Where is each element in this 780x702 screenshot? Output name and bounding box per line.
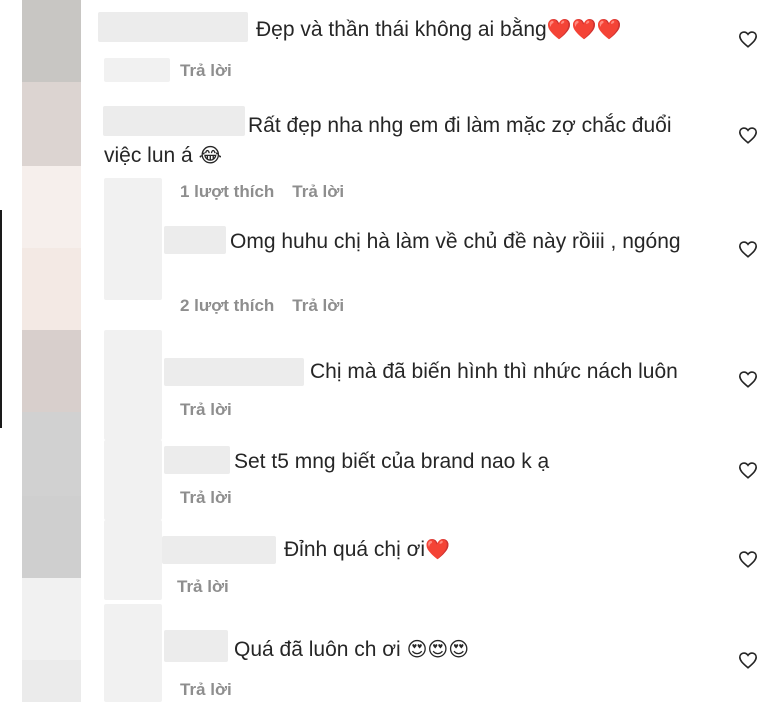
reply-button[interactable]: Trả lời: [292, 296, 344, 316]
comment-meta: 1 lượt thích Trả lời: [180, 182, 362, 202]
avatar[interactable]: [22, 578, 81, 660]
comment-body: Omg huhu chị hà làm về chủ đề này rồiii …: [230, 230, 681, 253]
comment-meta: Trả lời: [180, 488, 250, 508]
comment-body: Chị mà đã biến hình thì nhức nách luôn: [310, 360, 678, 383]
username-blur[interactable]: [164, 358, 304, 386]
username-blur[interactable]: [98, 12, 248, 42]
comment-body: Set t5 mng biết của brand nao k ạ: [234, 450, 550, 473]
avatar-placeholder: [104, 440, 162, 520]
comment-body: Quá đã luôn ch ơi: [234, 638, 401, 661]
heart-outline-icon[interactable]: [738, 240, 758, 258]
comment-body: Đẹp và thần thái không ai bằng: [256, 18, 547, 41]
reply-button[interactable]: Trả lời: [177, 577, 229, 597]
heart-outline-icon[interactable]: [738, 550, 758, 568]
emoji: ❤️❤️❤️: [546, 19, 622, 41]
comment-meta: Trả lời: [180, 61, 250, 81]
avatar[interactable]: [22, 82, 81, 166]
comment-meta: Trả lời: [180, 400, 250, 420]
reply-button[interactable]: Trả lời: [180, 400, 232, 420]
avatar-placeholder: [104, 180, 162, 300]
heart-outline-icon[interactable]: [738, 30, 758, 48]
comment-meta: 2 lượt thích Trả lời: [180, 296, 362, 316]
avatar[interactable]: [22, 248, 81, 330]
comment-meta: Trả lời: [180, 680, 250, 700]
comment-body: Đỉnh quá chị ơi: [284, 538, 426, 561]
avatar-placeholder: [104, 520, 162, 600]
comment-meta: Trả lời: [177, 577, 247, 597]
avatar[interactable]: [22, 0, 81, 82]
avatar-column: [22, 0, 81, 702]
username-blur[interactable]: [103, 106, 245, 136]
heart-outline-icon[interactable]: [738, 461, 758, 479]
heart-outline-icon[interactable]: [738, 651, 758, 669]
emoji: 😍😍😍: [406, 639, 470, 661]
comment-text-continued: việc lun á 😂: [104, 140, 222, 172]
username-blur[interactable]: [164, 630, 228, 662]
avatar[interactable]: [22, 330, 81, 412]
comment-body: Rất đẹp nha nhg em đi làm mặc zợ chắc đu…: [248, 114, 672, 137]
emoji: 😂: [198, 145, 222, 167]
comment-text: Chị mà đã biến hình thì nhức nách luôn: [310, 356, 678, 387]
emoji: ❤️: [425, 539, 450, 561]
comment-body: việc lun á: [104, 144, 193, 167]
heart-outline-icon[interactable]: [738, 126, 758, 144]
avatar-placeholder: [104, 330, 162, 440]
comment-text: Đỉnh quá chị ơi❤️: [284, 534, 450, 566]
username-blur[interactable]: [164, 446, 230, 474]
window-edge: [0, 210, 2, 428]
comment-text: Đẹp và thần thái không ai bằng❤️❤️❤️: [256, 14, 621, 46]
avatar[interactable]: [22, 660, 81, 702]
reply-button[interactable]: Trả lời: [180, 680, 232, 700]
heart-outline-icon[interactable]: [738, 370, 758, 388]
reply-button[interactable]: Trả lời: [180, 488, 232, 508]
timestamp-blur: [104, 58, 170, 82]
avatar[interactable]: [22, 412, 81, 496]
comment-text: Omg huhu chị hà làm về chủ đề này rồiii …: [230, 226, 681, 257]
avatar[interactable]: [22, 496, 81, 578]
username-blur[interactable]: [164, 226, 226, 254]
username-blur[interactable]: [162, 536, 276, 564]
comment-text: Rất đẹp nha nhg em đi làm mặc zợ chắc đu…: [248, 110, 672, 141]
reply-button[interactable]: Trả lời: [180, 61, 232, 81]
reply-button[interactable]: Trả lời: [292, 182, 344, 202]
like-count[interactable]: 2 lượt thích: [180, 296, 274, 316]
like-count[interactable]: 1 lượt thích: [180, 182, 274, 202]
comment-text: Quá đã luôn ch ơi 😍😍😍: [234, 634, 469, 666]
avatar[interactable]: [22, 166, 81, 248]
comment-text: Set t5 mng biết của brand nao k ạ: [234, 446, 549, 477]
avatar-placeholder: [104, 604, 162, 702]
